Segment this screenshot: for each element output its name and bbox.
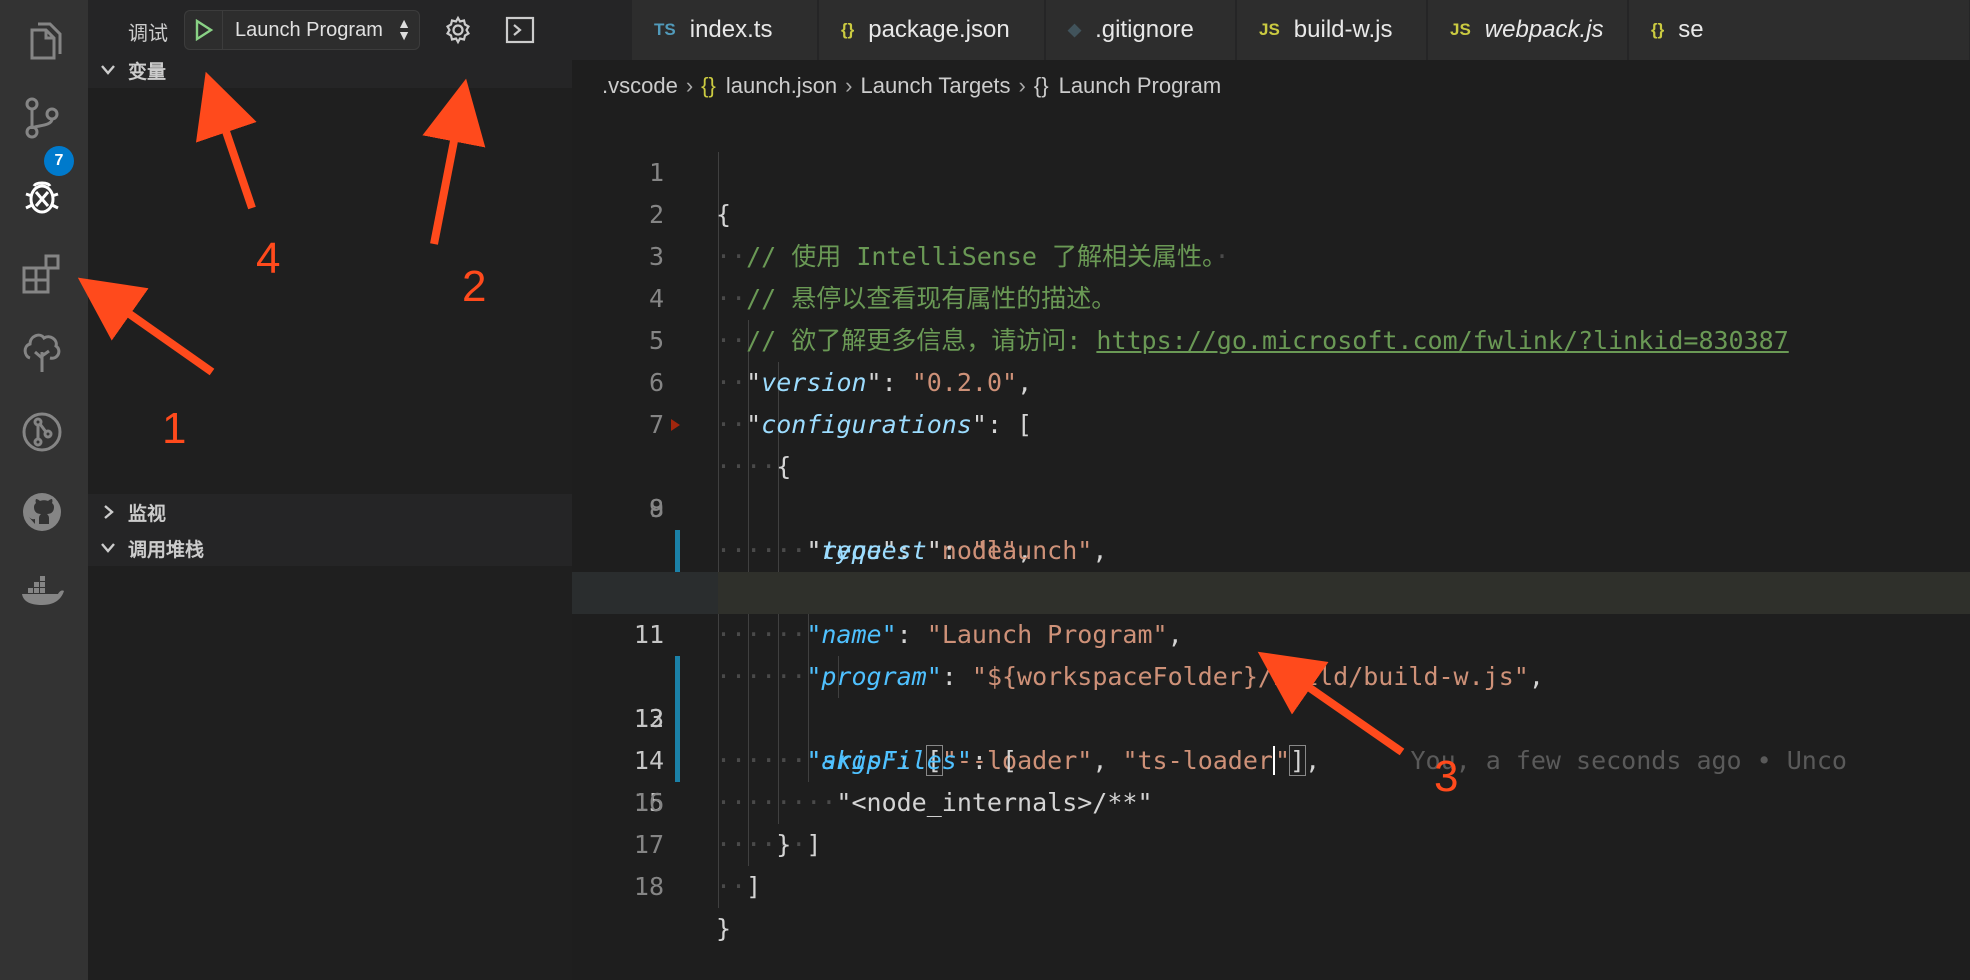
debug-console-button[interactable] xyxy=(502,12,538,48)
docker-icon[interactable] xyxy=(14,564,70,620)
tab-webpack-js[interactable]: JS webpack.js xyxy=(1428,0,1628,60)
code-line: 10 ······"name": "Launch Program", xyxy=(572,488,1970,649)
select-caret-icon: ▲ ▼ xyxy=(397,15,411,43)
code-line: 3 ··// 悬停以查看现有属性的描述。 xyxy=(648,242,1117,313)
code-line: 14 ········"<node_internals>/**" xyxy=(572,656,1970,817)
extensions-icon[interactable] xyxy=(14,246,70,302)
variables-label: 变量 xyxy=(128,60,167,83)
variables-section-header[interactable]: 变量 xyxy=(88,52,572,88)
json-file-icon: {} xyxy=(1651,20,1665,39)
chevron-right-icon xyxy=(88,504,128,520)
tab-gitignore[interactable]: ◆ .gitignore xyxy=(1046,0,1236,60)
watch-label: 监视 xyxy=(128,502,167,525)
chevron-down-icon xyxy=(88,64,128,76)
tab-package-json[interactable]: {} package.json xyxy=(819,0,1045,60)
launch-config-value: Launch Program xyxy=(235,18,383,41)
debug-toolbar: 调试 Launch Program ▲ ▼ xyxy=(88,0,572,60)
source-control-icon[interactable] xyxy=(14,90,70,146)
call-stack-label: 调用堆栈 xyxy=(128,538,205,561)
code-line: 2 ··// 使用 IntelliSense 了解相关属性。· xyxy=(648,200,1230,271)
debug-sidebar: 调试 Launch Program ▲ ▼ 变量 监视 调用堆栈 xyxy=(88,0,572,980)
tab-index-ts[interactable]: TS index.ts xyxy=(632,0,818,60)
code-line: 6 ··"configurations": [ xyxy=(648,368,1033,439)
breadcrumb-file[interactable]: launch.json xyxy=(726,73,837,99)
code-line: 15 ······] xyxy=(572,698,1970,859)
code-line: 4 ··// 欲了解更多信息，请访问: https://go.microsoft… xyxy=(648,284,1789,355)
chevron-right-icon: › xyxy=(685,73,694,98)
chevron-right-icon: › xyxy=(845,73,853,98)
code-editor[interactable]: 1 { 2 ··// 使用 IntelliSense 了解相关属性。· 3 ··… xyxy=(572,110,1970,980)
code-line: 9 ······"request": "launch", xyxy=(648,494,1108,565)
activity-bar: 7 xyxy=(0,0,88,980)
code-line: 17 ··] xyxy=(633,830,762,901)
code-line: 5 ··"version": "0.2.0", xyxy=(648,326,1033,397)
debug-icon[interactable] xyxy=(14,168,70,224)
code-line: 18 } xyxy=(633,872,732,943)
call-stack-panel xyxy=(88,566,572,980)
code-line: 13 ······"skipFiles": [ xyxy=(572,614,1970,775)
tab-settings-json[interactable]: {} se xyxy=(1629,0,1970,60)
watch-section-header[interactable]: 监视 xyxy=(88,494,572,530)
breadcrumb-item[interactable]: Launch Program xyxy=(1059,73,1222,99)
object-icon: {} xyxy=(1033,73,1049,98)
play-icon xyxy=(195,19,213,41)
javascript-file-icon: JS xyxy=(1259,20,1280,39)
code-line: 1 { xyxy=(648,158,732,229)
call-stack-section-header[interactable]: 调用堆栈 xyxy=(88,530,572,566)
variables-panel xyxy=(88,88,572,494)
tree-icon[interactable] xyxy=(14,324,70,380)
launch-config-select[interactable]: Launch Program ▲ ▼ xyxy=(222,10,420,50)
code-line: 16 ····} xyxy=(633,788,792,859)
git-icon[interactable] xyxy=(14,404,70,460)
editor-tab-bar: TS index.ts {} package.json ◆ .gitignore… xyxy=(572,0,1970,60)
chevron-right-icon: › xyxy=(1018,73,1026,98)
json-file-icon: {} xyxy=(701,73,716,98)
json-file-icon: {} xyxy=(841,20,855,39)
code-line: 11 ······"program": "${workspaceFolder}/… xyxy=(572,530,1970,691)
breadcrumb-folder[interactable]: .vscode xyxy=(602,73,678,99)
code-line: 7 ····{ xyxy=(648,410,792,481)
files-icon[interactable] xyxy=(14,14,70,70)
gear-icon xyxy=(445,15,471,45)
git-file-icon: ◆ xyxy=(1068,20,1082,39)
javascript-file-icon: JS xyxy=(1450,20,1471,39)
code-line: 8 ······"type": "node", xyxy=(572,404,1970,565)
github-icon[interactable] xyxy=(14,484,70,540)
breadcrumb-section[interactable]: Launch Targets xyxy=(861,73,1011,99)
breakpoint-marker[interactable] xyxy=(671,419,680,431)
breadcrumb: .vscode › {} launch.json › Launch Target… xyxy=(572,60,1970,112)
tab-build-w-js[interactable]: JS build-w.js xyxy=(1237,0,1427,60)
code-line-current: 12 ······"args": ["--loader", "ts-loader… xyxy=(572,572,1970,776)
chevron-down-icon xyxy=(88,542,128,554)
typescript-file-icon: TS xyxy=(654,20,676,39)
open-launch-json-button[interactable] xyxy=(440,12,476,48)
start-debugging-button[interactable] xyxy=(184,10,222,50)
terminal-icon xyxy=(505,16,535,44)
debug-label: 调试 xyxy=(128,21,168,45)
